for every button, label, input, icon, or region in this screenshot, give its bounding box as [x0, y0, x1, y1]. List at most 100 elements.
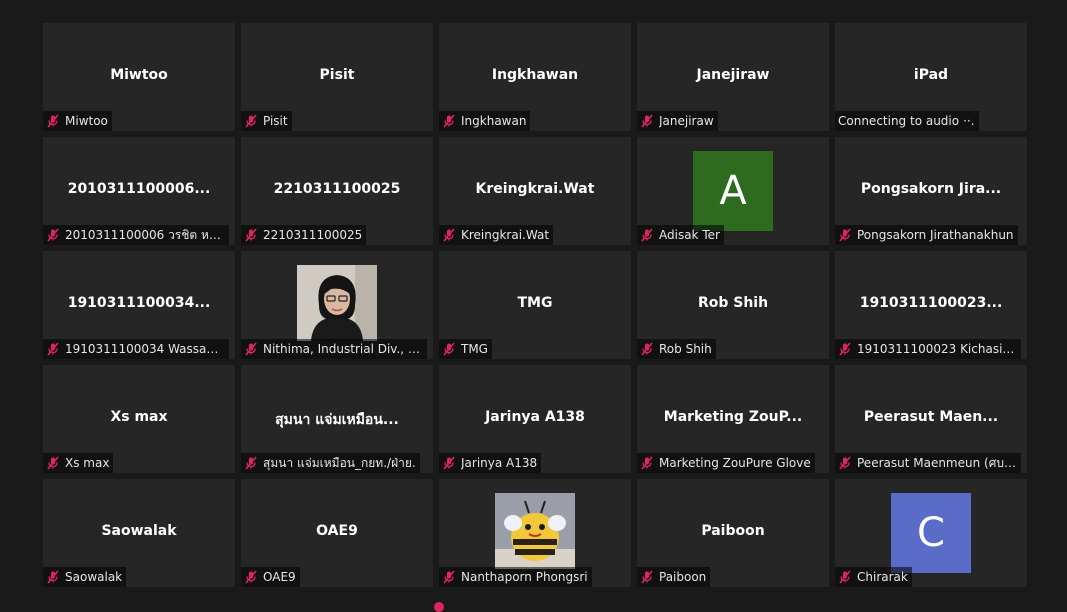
participant-label-text: Xs max	[65, 456, 110, 470]
participant-tile[interactable]: Pisit Pisit	[241, 23, 433, 131]
participant-tile[interactable]: Pongsakorn Jira... Pongsakorn Jirathanakh…	[835, 137, 1027, 245]
participant-name-label: Connecting to audio ··.	[835, 111, 979, 131]
participant-tile[interactable]: Peerasut Maen... Peerasut Maenmeun (ศบห..…	[835, 365, 1027, 473]
microphone-muted-icon	[839, 228, 851, 242]
participant-display-name: 1910311100034...	[67, 295, 211, 311]
participant-tile[interactable]: 2210311100025 2210311100025	[241, 137, 433, 245]
participant-label-text: Ingkhawan	[461, 114, 527, 128]
participant-display-name: Miwtoo	[110, 67, 168, 83]
participant-label-text: 2010311100006 วรชิต หง...	[65, 227, 225, 242]
participant-tile[interactable]: Rob Shih Rob Shih	[637, 251, 829, 359]
connecting-dots: ··.	[963, 114, 975, 128]
participant-name-label: 1910311100034 Wassapho...	[43, 339, 229, 359]
participant-label-text: Paiboon	[659, 570, 707, 584]
participant-name-label: Peerasut Maenmeun (ศบห...	[835, 453, 1021, 473]
participant-label-text: Nithima, Industrial Div., DITP	[263, 342, 423, 356]
microphone-muted-icon	[245, 456, 257, 470]
microphone-muted-icon	[641, 342, 653, 356]
microphone-muted-icon	[641, 570, 653, 584]
microphone-muted-icon	[443, 456, 455, 470]
participant-tile[interactable]: Nanthaporn Phongsri	[439, 479, 631, 587]
participant-display-name: Pisit	[319, 67, 355, 83]
participant-tile[interactable]: Jarinya A138 Jarinya A138	[439, 365, 631, 473]
participant-name-label: 2210311100025	[241, 225, 367, 245]
participant-name-label: Adisak Ter	[637, 225, 724, 245]
participant-name-label: Marketing ZouPure Glove	[637, 453, 815, 473]
participant-tile[interactable]: Ingkhawan Ingkhawan	[439, 23, 631, 131]
participant-tile[interactable]: Marketing ZouP... Marketing ZouPure Glove	[637, 365, 829, 473]
participant-tile[interactable]: Miwtoo Miwtoo	[43, 23, 235, 131]
participant-label-text: Nanthaporn Phongsri	[461, 570, 588, 584]
participant-name-label: Rob Shih	[637, 339, 716, 359]
participant-label-text: Saowalak	[65, 570, 123, 584]
participant-tile[interactable]: สุมนา แจ่มเหมือน... สุมนา แจ่มเหมือน_กยท.…	[241, 365, 433, 473]
microphone-muted-icon	[839, 456, 851, 470]
participant-label-text: TMG	[461, 342, 488, 356]
participant-label-text: Miwtoo	[65, 114, 108, 128]
microphone-muted-icon	[47, 228, 59, 242]
participant-tile[interactable]: C Chirarak	[835, 479, 1027, 587]
participant-display-name: iPad	[913, 67, 949, 83]
participant-display-name: Saowalak	[101, 523, 177, 539]
participant-display-name: Xs max	[110, 409, 168, 425]
participant-name-label: Pongsakorn Jirathanakhun	[835, 225, 1018, 245]
participant-tile[interactable]: Janejiraw Janejiraw	[637, 23, 829, 131]
participant-name-label: Chirarak	[835, 567, 912, 587]
avatar: A	[693, 151, 773, 231]
participant-name-label: Saowalak	[43, 567, 127, 587]
participant-tile[interactable]: iPad Connecting to audio ··.	[835, 23, 1027, 131]
participant-tile[interactable]: TMG TMG	[439, 251, 631, 359]
participant-name-label: Janejiraw	[637, 111, 718, 131]
participant-tile[interactable]: Xs max Xs max	[43, 365, 235, 473]
participant-name-label: Ingkhawan	[439, 111, 531, 131]
microphone-muted-icon	[443, 570, 455, 584]
participant-label-text: Rob Shih	[659, 342, 712, 356]
participant-tile[interactable]: A Adisak Ter	[637, 137, 829, 245]
avatar-photo	[297, 265, 377, 341]
participant-label-text: Kreingkrai.Wat	[461, 228, 550, 242]
participant-name-label: Paiboon	[637, 567, 711, 587]
participant-tile[interactable]: Saowalak Saowalak	[43, 479, 235, 587]
participant-tile[interactable]: OAE9 OAE9	[241, 479, 433, 587]
participant-name-label: Pisit	[241, 111, 292, 131]
microphone-muted-icon	[245, 342, 257, 356]
microphone-muted-icon	[839, 342, 851, 356]
participant-label-text: 1910311100034 Wassapho...	[65, 342, 225, 356]
participant-label-text: Pisit	[263, 114, 288, 128]
participant-label-text: Peerasut Maenmeun (ศบห...	[857, 455, 1017, 470]
participant-name-label: Nithima, Industrial Div., DITP	[241, 339, 427, 359]
participant-tile[interactable]: Paiboon Paiboon	[637, 479, 829, 587]
participant-display-name: Peerasut Maen...	[863, 409, 999, 425]
participant-display-name: 1910311100023...	[859, 295, 1003, 311]
microphone-muted-icon	[245, 228, 257, 242]
participant-grid: Miwtoo Miwtoo Pisit Pisit Ingkhawan Ingkhawan…	[43, 23, 1027, 587]
microphone-muted-icon	[641, 228, 653, 242]
participant-label-text: Chirarak	[857, 570, 908, 584]
microphone-muted-icon	[641, 456, 653, 470]
participant-tile[interactable]: 1910311100034... 1910311100034 Wassapho..…	[43, 251, 235, 359]
participant-name-label: TMG	[439, 339, 492, 359]
participant-name-label: 1910311100023 Kichasit Sa...	[835, 339, 1021, 359]
avatar: C	[891, 493, 971, 573]
participant-display-name: สุมนา แจ่มเหมือน...	[275, 412, 399, 428]
participant-tile[interactable]: 2010311100006... 2010311100006 วรชิต หง..…	[43, 137, 235, 245]
participant-label-text: Adisak Ter	[659, 228, 720, 242]
participant-display-name: Paiboon	[701, 523, 765, 539]
microphone-muted-icon	[245, 114, 257, 128]
participant-name-label: Jarinya A138	[439, 453, 542, 473]
participant-display-name: TMG	[517, 295, 553, 311]
participant-label-text: Jarinya A138	[461, 456, 538, 470]
participant-tile[interactable]: 1910311100023... 1910311100023 Kichasit S…	[835, 251, 1027, 359]
participant-name-label: Miwtoo	[43, 111, 112, 131]
microphone-muted-icon	[443, 342, 455, 356]
microphone-muted-icon	[47, 342, 59, 356]
microphone-muted-icon	[245, 570, 257, 584]
participant-display-name: Kreingkrai.Wat	[475, 181, 595, 197]
participant-tile[interactable]: Kreingkrai.Wat Kreingkrai.Wat	[439, 137, 631, 245]
participant-name-label: Nanthaporn Phongsri	[439, 567, 592, 587]
microphone-muted-icon	[443, 114, 455, 128]
microphone-muted-icon	[47, 114, 59, 128]
participant-tile[interactable]: Nithima, Industrial Div., DITP	[241, 251, 433, 359]
participant-label-text: Marketing ZouPure Glove	[659, 456, 811, 470]
participant-label-text: Janejiraw	[659, 114, 714, 128]
